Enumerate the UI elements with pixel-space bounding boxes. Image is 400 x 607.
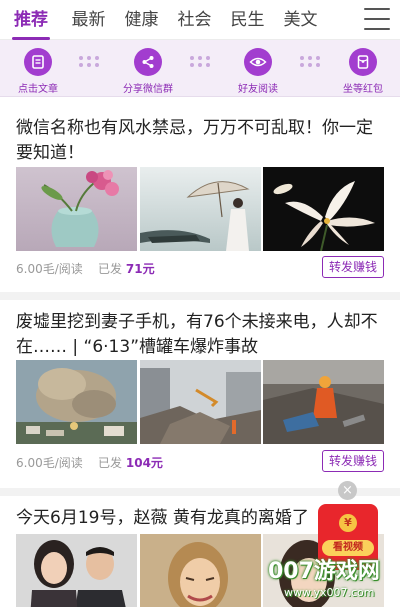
app-screen: 推荐 最新 健康 社会 民生 美文 点击文章 分享微信群 好友阅读 坐等红包 微… <box>0 0 400 607</box>
vase-with-flowers-photo[interactable] <box>16 167 137 251</box>
article-title[interactable]: 废墟里挖到妻子手机，有76个未接来电，人却不在…… | “6·13”槽罐车爆炸事… <box>16 310 386 360</box>
share-earn-button[interactable]: 转发赚钱 <box>322 256 384 278</box>
step-friend-read: 好友阅读 <box>213 48 303 95</box>
step-share-wechat: 分享微信群 <box>103 48 193 95</box>
article-stats: 6.00毛/阅读 已发 104元 <box>16 454 163 471</box>
step-dots-divider <box>79 56 103 68</box>
coin-icon: ¥ <box>339 514 357 532</box>
article-card[interactable]: 微信名称也有风水禁忌，万万不可乱取！你一定要知道！ 6.00毛/阅读 已发 71… <box>0 97 400 292</box>
step-label: 坐等红包 <box>343 84 383 95</box>
share-earn-button[interactable]: 转发赚钱 <box>322 450 384 472</box>
sent-prefix: 已发 <box>98 456 123 470</box>
share-icon <box>134 48 162 76</box>
step-label: 好友阅读 <box>238 84 278 95</box>
sent-amount: 104元 <box>125 456 163 470</box>
price-per-read: 6.00毛/阅读 <box>16 456 83 470</box>
close-icon[interactable]: × <box>338 481 357 500</box>
section-divider <box>0 292 400 300</box>
sent-prefix: 已发 <box>98 262 123 276</box>
watermark-url: www.yx007.com <box>284 586 375 599</box>
article-thumbnails[interactable] <box>16 167 384 251</box>
tab-health[interactable]: 健康 <box>115 0 168 40</box>
woman-with-umbrella-photo[interactable] <box>140 167 261 251</box>
couple-portrait-photo[interactable] <box>16 534 137 607</box>
article-title[interactable]: 微信名称也有风水禁忌，万万不可乱取！你一定要知道！ <box>16 116 386 166</box>
step-dots-divider <box>190 56 214 68</box>
article-title[interactable]: 今天6月19号，赵薇 黄有龙真的离婚了 <box>16 506 316 531</box>
tab-essays[interactable]: 美文 <box>274 0 327 40</box>
price-per-read: 6.00毛/阅读 <box>16 262 83 276</box>
sent-amount: 71元 <box>125 262 155 276</box>
tab-society[interactable]: 社会 <box>168 0 221 40</box>
hamburger-menu-icon[interactable] <box>364 8 390 32</box>
tab-livelihood[interactable]: 民生 <box>221 0 274 40</box>
step-label: 分享微信群 <box>123 84 173 95</box>
explosion-smoke-photo[interactable] <box>16 360 137 444</box>
watermark-logo-text: 007游戏网 <box>268 559 380 584</box>
tab-latest[interactable]: 最新 <box>62 0 115 40</box>
category-tabs: 推荐 最新 健康 社会 民生 美文 <box>0 0 400 40</box>
step-click-article: 点击文章 <box>0 48 83 95</box>
step-wait-red-packet: 坐等红包 <box>318 48 400 95</box>
article-thumbnails[interactable] <box>16 360 384 444</box>
article-stats: 6.00毛/阅读 已发 71元 <box>16 260 155 277</box>
red-packet-icon <box>349 48 377 76</box>
collapsed-buildings-photo[interactable] <box>140 360 261 444</box>
crying-woman-photo[interactable] <box>140 534 261 607</box>
eye-icon <box>244 48 272 76</box>
earning-steps-banner: 点击文章 分享微信群 好友阅读 坐等红包 <box>0 40 400 97</box>
site-watermark: 007游戏网 www.yx007.com <box>268 553 398 607</box>
step-label: 点击文章 <box>18 84 58 95</box>
tab-recommend[interactable]: 推荐 <box>0 0 62 40</box>
rescue-workers-photo[interactable] <box>263 360 384 444</box>
document-icon <box>24 48 52 76</box>
lily-flowers-photo[interactable] <box>263 167 384 251</box>
article-card[interactable]: 废墟里挖到妻子手机，有76个未接来电，人却不在…… | “6·13”槽罐车爆炸事… <box>0 300 400 488</box>
